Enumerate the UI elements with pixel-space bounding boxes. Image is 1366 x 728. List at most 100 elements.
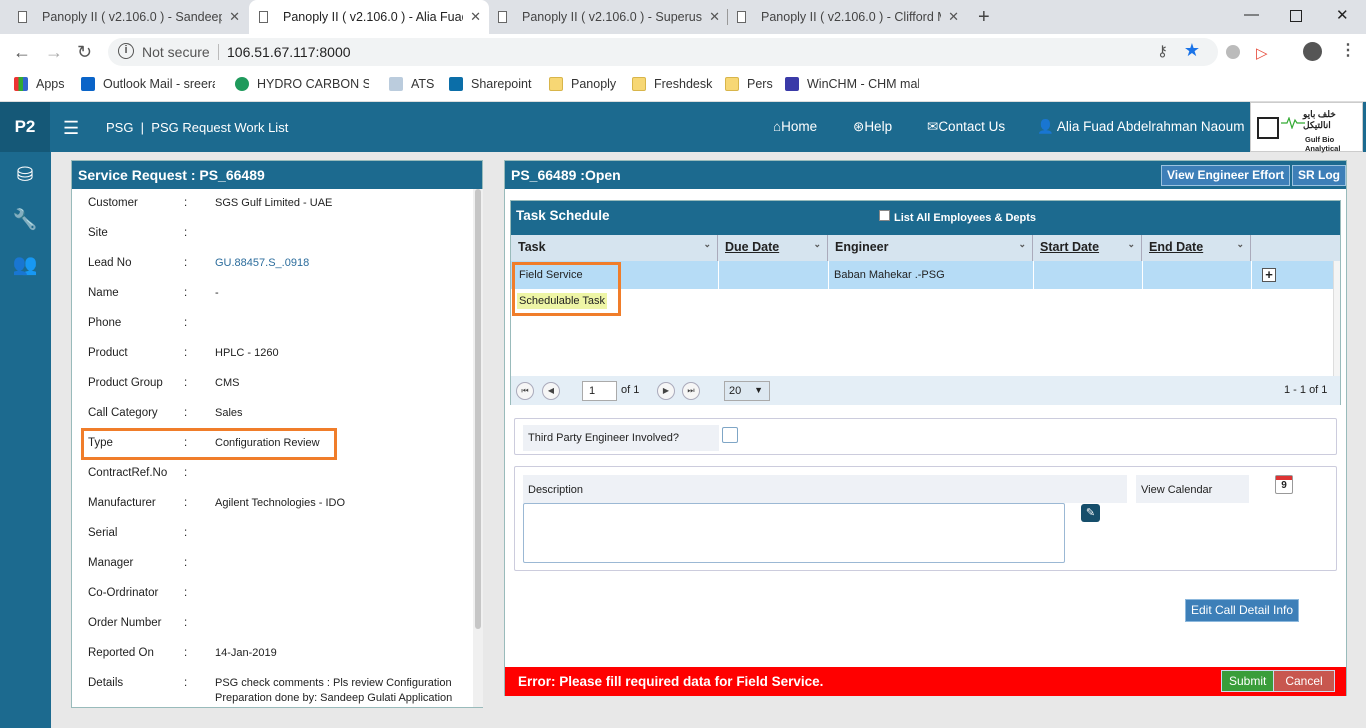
field-label: Site [88, 227, 108, 239]
wrench-icon[interactable]: 🔧 [12, 207, 38, 231]
divider [828, 261, 829, 289]
submit-button[interactable]: Submit [1221, 670, 1275, 692]
scroll-thumb[interactable] [475, 189, 481, 629]
chevron-down-icon[interactable]: ⌄ [1236, 239, 1244, 250]
browser-tab[interactable]: Panoply II ( v2.106.0 ) - Clifford M ✕ [727, 0, 967, 34]
minimize-icon[interactable]: — [1244, 6, 1259, 23]
third-party-checkbox[interactable] [722, 427, 738, 443]
hamburger-menu-icon[interactable]: ☰ [63, 118, 79, 139]
sr-log-button[interactable]: SR Log [1292, 165, 1346, 186]
window-close-icon[interactable]: ✕ [1336, 6, 1349, 24]
extension-icon[interactable] [1226, 45, 1240, 59]
brand-arabic: خلف بايو انالتيكل [1303, 109, 1336, 130]
home-link[interactable]: ⌂Home [773, 119, 817, 134]
reload-icon[interactable]: ↻ [77, 42, 92, 63]
edit-call-detail-button[interactable]: Edit Call Detail Info [1185, 599, 1300, 622]
field-value-continued: Preparation done by: Sandeep Gulati Appl… [215, 692, 453, 704]
page-size-select[interactable]: 20 ▼ [724, 381, 770, 401]
bookmark-outlook[interactable]: Outlook Mail - sreera [81, 77, 215, 91]
key-icon[interactable]: ⚷ [1157, 42, 1168, 60]
prev-page-icon[interactable]: ◀ [542, 382, 560, 400]
account-icon[interactable] [1303, 42, 1322, 61]
tab-title: Panoply II ( v2.106.0 ) - Sandeep [42, 10, 222, 24]
engineer-cell[interactable]: Baban Mahekar .-PSG [834, 269, 945, 281]
bookmark-pers[interactable]: Pers [725, 77, 773, 91]
last-page-icon[interactable]: ⏭ [682, 382, 700, 400]
chevron-down-icon[interactable]: ⌄ [1018, 239, 1026, 250]
close-icon[interactable]: ✕ [229, 9, 240, 25]
logo-mark [1257, 117, 1279, 139]
add-icon[interactable]: + [1262, 268, 1276, 282]
info-icon[interactable]: i [118, 43, 134, 59]
description-textarea[interactable] [523, 503, 1065, 563]
omnibox[interactable]: i Not secure 106.51.67.117:8000 ⚷ ★ [108, 38, 1218, 66]
field-colon: : [184, 257, 188, 269]
close-icon[interactable]: ✕ [470, 9, 481, 25]
tab-title: Panoply II ( v2.106.0 ) - Clifford M [761, 10, 941, 24]
edit-pencil-icon[interactable]: ✎ [1081, 504, 1100, 522]
field-label: Order Number [88, 617, 162, 629]
maximize-icon[interactable] [1290, 10, 1302, 22]
help-link[interactable]: ⊛Help [853, 119, 892, 135]
field-value[interactable]: GU.88457.S_.0918 [215, 257, 309, 269]
column-end-date[interactable]: End Date ⌄ [1142, 235, 1251, 261]
field-label: Manufacturer [88, 497, 156, 509]
cancel-button[interactable]: Cancel [1273, 670, 1335, 692]
chevron-down-icon[interactable]: ⌄ [1127, 239, 1135, 250]
user-menu[interactable]: 👤 Alia Fuad Abdelrahman Naoum [1037, 119, 1244, 135]
chevron-down-icon[interactable]: ⌄ [703, 239, 711, 250]
bookmark-label: Pers [747, 77, 773, 91]
column-engineer[interactable]: Engineer ⌄ [828, 235, 1033, 261]
column-task[interactable]: Task ⌄ [511, 235, 718, 261]
scrollbar[interactable] [473, 189, 483, 707]
bookmark-label: Apps [36, 77, 65, 91]
view-engineer-effort-button[interactable]: View Engineer Effort [1161, 165, 1291, 186]
contact-link[interactable]: ✉Contact Us [927, 119, 1005, 135]
page-size-value: 20 [729, 385, 742, 397]
column-due-date[interactable]: Due Date ⌄ [718, 235, 828, 261]
bookmark-panoply[interactable]: Panoply [549, 77, 616, 91]
list-all-checkbox[interactable] [879, 210, 890, 221]
extension-icon[interactable]: ▷ [1256, 44, 1268, 62]
caret-down-icon: ▼ [754, 385, 763, 395]
field-label: Co-Ordrinator [88, 587, 159, 599]
browser-tab[interactable]: Panoply II ( v2.106.0 ) - Sandeep ✕ [8, 0, 248, 34]
url-text[interactable]: 106.51.67.117:8000 [227, 44, 351, 60]
bookmark-hydrocarbon[interactable]: HYDRO CARBON SOL [235, 77, 369, 91]
task-schedule-grid: Task Schedule List All Employees & Depts… [510, 200, 1341, 405]
bookmark-winchm[interactable]: WinCHM - CHM mak [785, 77, 919, 91]
divider [1033, 261, 1034, 289]
bookmark-sharepoint[interactable]: Sharepoint [449, 77, 531, 91]
browser-tab-active[interactable]: Panoply II ( v2.106.0 ) - Alia Fuad ✕ [249, 0, 489, 34]
chevron-down-icon[interactable]: ⌄ [813, 239, 821, 250]
new-tab-icon[interactable]: + [978, 6, 990, 29]
more-menu-icon[interactable]: ⋮ [1340, 40, 1356, 60]
next-page-icon[interactable]: ▶ [657, 382, 675, 400]
bookmark-freshdesk[interactable]: Freshdesk [632, 77, 712, 91]
users-icon[interactable]: 👥 [12, 252, 38, 276]
request-detail-panel: PS_66489 :Open View Engineer Effort SR L… [504, 160, 1347, 696]
bookmark-apps[interactable]: Apps [14, 77, 65, 91]
field-colon: : [184, 647, 188, 659]
column-start-date[interactable]: Start Date ⌄ [1033, 235, 1142, 261]
calendar-icon[interactable]: 9 [1275, 475, 1293, 494]
field-label: Lead No [88, 257, 132, 269]
back-arrow-icon[interactable]: ← [13, 42, 31, 63]
first-page-icon[interactable]: ⏮ [516, 382, 534, 400]
star-icon[interactable]: ★ [1184, 40, 1200, 61]
page-total: of 1 [621, 384, 640, 396]
page-number-input[interactable]: 1 [582, 381, 617, 401]
browser-tab[interactable]: Panoply II ( v2.106.0 ) - Superuse ✕ [488, 0, 728, 34]
bookmarks-bar: Apps Outlook Mail - sreera HYDRO CARBON … [0, 70, 1366, 102]
close-icon[interactable]: ✕ [709, 9, 720, 25]
field-colon: : [184, 677, 188, 689]
section-title: Task Schedule [516, 208, 610, 223]
database-icon[interactable]: ⛁ [12, 162, 38, 186]
highlight-box [81, 428, 337, 460]
app-logo[interactable]: P2 [0, 102, 50, 152]
bookmark-ats[interactable]: ATS [389, 77, 434, 91]
list-all-label: List All Employees & Depts [894, 212, 1037, 224]
forward-arrow-icon[interactable]: → [45, 42, 63, 63]
close-icon[interactable]: ✕ [948, 9, 959, 25]
scrollbar[interactable] [1333, 261, 1340, 376]
